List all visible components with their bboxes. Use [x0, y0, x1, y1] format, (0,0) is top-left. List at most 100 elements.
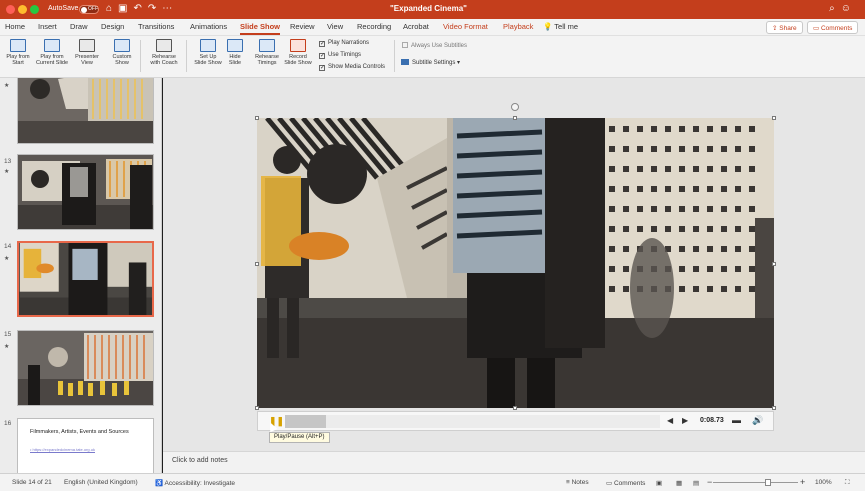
zoom-in-icon[interactable]: +	[800, 477, 805, 487]
presenter-view-button[interactable]: Presenter View	[72, 39, 102, 66]
tab-playback[interactable]: Playback	[503, 22, 533, 31]
autosave-label: AutoSave	[48, 5, 79, 12]
hide-slide-button[interactable]: Hide Slide	[226, 39, 244, 66]
subtitle-settings-dropdown[interactable]: Subtitle Settings ▾	[401, 59, 460, 66]
account-icon[interactable]: ☺	[841, 3, 857, 14]
tab-acrobat[interactable]: Acrobat	[403, 22, 429, 31]
tab-recording[interactable]: Recording	[357, 22, 391, 31]
comments-button[interactable]: ▭ Comments	[807, 21, 859, 34]
resize-handle[interactable]	[772, 262, 776, 266]
resize-handle[interactable]	[255, 406, 259, 410]
accessibility-icon: ♿	[155, 480, 164, 487]
tab-review[interactable]: Review	[290, 22, 315, 31]
presenter-screen-icon	[79, 39, 95, 52]
captions-icon[interactable]: ▬	[732, 415, 741, 425]
tab-insert[interactable]: Insert	[38, 22, 57, 31]
resize-handle[interactable]	[772, 116, 776, 120]
normal-view-icon[interactable]: ▣	[656, 479, 662, 487]
show-media-controls-checkbox[interactable]: ✓ Show Media Controls	[319, 64, 385, 71]
custom-show-icon	[114, 39, 130, 52]
comment-icon: ▭	[813, 25, 820, 32]
play-from-current-slide-button[interactable]: Play from Current Slide	[34, 39, 70, 66]
slide-thumbnail[interactable]	[17, 330, 154, 406]
custom-show-button[interactable]: Custom Show	[108, 39, 136, 66]
home-icon[interactable]: ⌂	[106, 3, 118, 14]
subtitle-icon	[401, 59, 409, 65]
slide-counter: Slide 14 of 21	[12, 479, 52, 486]
notes-icon: ≡	[566, 479, 570, 486]
coach-icon	[156, 39, 172, 52]
more-icon[interactable]: ⋯	[162, 3, 178, 14]
notes-toggle[interactable]: ≡ Notes	[566, 479, 589, 486]
record-icon	[290, 39, 306, 52]
slide-sorter-icon[interactable]: ▦	[676, 479, 682, 487]
always-use-subtitles-checkbox[interactable]: Always Use Subtitles	[402, 42, 467, 49]
slide-thumbnail-selected[interactable]	[17, 241, 154, 317]
zoom-level[interactable]: 100%	[815, 479, 832, 486]
video-frame[interactable]	[257, 118, 774, 408]
play-narrations-checkbox[interactable]: ✓ Play Narrations	[319, 40, 369, 47]
close-window-button[interactable]	[6, 5, 15, 14]
zoom-window-button[interactable]	[30, 5, 39, 14]
tell-me-search[interactable]: 💡 Tell me	[543, 22, 578, 31]
fit-slide-icon[interactable]: ⛶	[845, 479, 850, 487]
record-slide-show-button[interactable]: Record Slide Show	[283, 39, 313, 66]
comment-icon: ▭	[606, 480, 613, 487]
playback-time: 0:08.73	[700, 417, 724, 424]
slide-thumbnail[interactable]	[17, 154, 154, 230]
minimize-window-button[interactable]	[18, 5, 27, 14]
gallery-image	[18, 155, 153, 229]
tab-animations[interactable]: Animations	[190, 22, 227, 31]
skip-forward-icon[interactable]: ▶	[682, 416, 688, 425]
search-icon[interactable]: ⌕	[829, 3, 841, 14]
tab-transitions[interactable]: Transitions	[138, 22, 174, 31]
play-screen-icon	[10, 39, 26, 52]
slide-title: Filmmakers, Artists, Events and Sources	[30, 429, 129, 435]
slide-thumbnail-pane[interactable]: ★ 13 ★ 14 ★ 15 ★ 16 Filmmakers, Artists,…	[0, 78, 162, 473]
save-icon[interactable]: ▣	[118, 3, 133, 14]
notes-pane[interactable]: Click to add notes	[163, 451, 865, 473]
play-from-start-button[interactable]: Play from Start	[4, 39, 32, 66]
skip-back-icon[interactable]: ◀	[667, 416, 673, 425]
chevron-down-icon: ▾	[457, 60, 461, 66]
autosave-toggle[interactable]: OFF	[79, 5, 99, 14]
rehearse-timings-button[interactable]: Rehearse Timings	[251, 39, 283, 66]
tab-view[interactable]: View	[327, 22, 343, 31]
reading-view-icon[interactable]: ▤	[693, 479, 699, 487]
resize-handle[interactable]	[255, 262, 259, 266]
setup-icon	[200, 39, 216, 52]
share-button[interactable]: ⇪ Share	[766, 21, 803, 34]
quick-access-toolbar[interactable]: ⌂▣↶↷⋯	[106, 3, 178, 14]
accessibility-checker[interactable]: ♿ Accessibility: Investigate	[155, 479, 235, 487]
tab-design[interactable]: Design	[101, 22, 124, 31]
playback-progress-bar[interactable]	[285, 415, 660, 428]
animation-star-icon: ★	[4, 169, 10, 175]
undo-icon[interactable]: ↶	[134, 3, 148, 14]
timer-icon	[259, 39, 275, 52]
resize-handle[interactable]	[772, 406, 776, 410]
lightbulb-icon: 💡	[543, 22, 553, 31]
rotate-handle[interactable]	[511, 103, 519, 111]
resize-handle[interactable]	[513, 116, 517, 120]
tab-slide-show[interactable]: Slide Show	[240, 22, 281, 35]
volume-icon[interactable]: 🔊	[752, 415, 763, 426]
use-timings-checkbox[interactable]: ✓ Use Timings	[319, 52, 361, 59]
rehearse-with-coach-button[interactable]: Rehearse with Coach	[146, 39, 182, 66]
animation-star-icon: ★	[4, 344, 10, 350]
set-up-slide-show-button[interactable]: Set Up Slide Show	[191, 39, 225, 66]
comments-toggle[interactable]: ▭ Comments	[606, 479, 645, 487]
zoom-slider-thumb[interactable]	[765, 479, 771, 486]
tab-draw[interactable]: Draw	[70, 22, 88, 31]
resize-handle[interactable]	[513, 406, 517, 410]
language-indicator[interactable]: English (United Kingdom)	[64, 479, 138, 486]
titlebar-right-icons: ⌕☺	[829, 3, 857, 14]
resize-handle[interactable]	[255, 116, 259, 120]
zoom-slider[interactable]	[713, 482, 798, 483]
zoom-out-icon[interactable]: −	[707, 477, 712, 487]
slide-thumbnail[interactable]	[17, 78, 154, 144]
ribbon-commands: Play from Start Play from Current Slide Pr…	[0, 36, 865, 78]
redo-icon[interactable]: ↷	[148, 3, 162, 14]
slide-thumbnail[interactable]: Filmmakers, Artists, Events and Sources …	[17, 418, 154, 473]
tab-home[interactable]: Home	[5, 22, 25, 31]
tab-video-format[interactable]: Video Format	[443, 22, 488, 31]
